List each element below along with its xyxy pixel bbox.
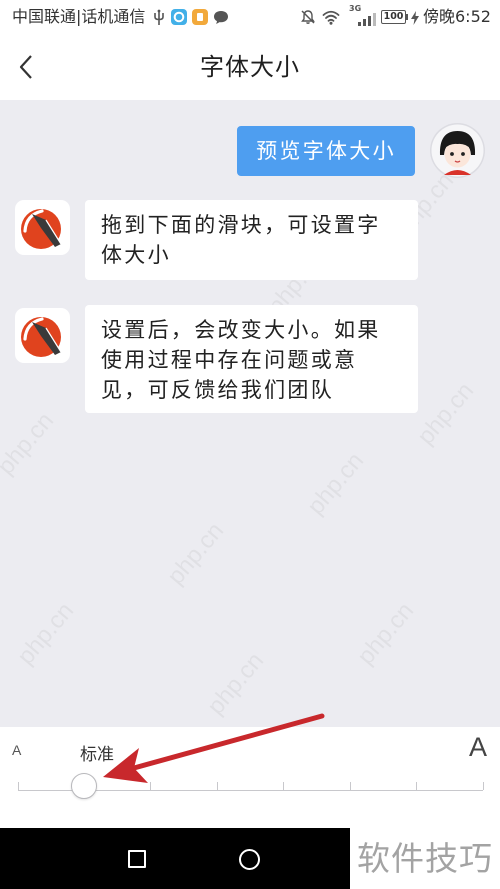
- status-bar: 中国联通|话机通信 3G 100 傍晚6:52: [0, 0, 500, 35]
- font-size-slider[interactable]: [17, 773, 484, 801]
- message-line: 体大小: [101, 243, 171, 267]
- slider-tick[interactable]: [416, 782, 418, 790]
- back-button[interactable]: [10, 54, 38, 82]
- signal-icon: [357, 11, 377, 30]
- screen: 中国联通|话机通信 3G 100 傍晚6:52 字体大小 php.cn php.…: [0, 0, 500, 889]
- watermark: php.cn: [12, 597, 80, 670]
- small-font-label: A: [12, 742, 22, 758]
- home-button[interactable]: [239, 848, 261, 870]
- watermark: php.cn: [202, 647, 270, 720]
- message-line: 见，可反馈给我们团队: [101, 378, 334, 402]
- usb-icon: [153, 9, 165, 30]
- clock: 傍晚6:52: [423, 7, 491, 26]
- message-line: 设置后，会改变大小。如果: [101, 318, 381, 342]
- current-size-label: 标准: [80, 745, 114, 765]
- battery-icon: 100: [381, 10, 406, 24]
- received-message-bubble: 拖到下面的滑块，可设置字 体大小: [85, 200, 418, 280]
- watermark: php.cn: [352, 597, 420, 670]
- slider-tick[interactable]: [283, 782, 285, 790]
- message-line: 拖到下面的滑块，可设置字: [101, 213, 381, 237]
- watermark: php.cn: [412, 377, 480, 450]
- received-message-bubble: 设置后，会改变大小。如果 使用过程中存在问题或意 见，可反馈给我们团队: [85, 305, 418, 413]
- slider-tick[interactable]: [349, 782, 351, 790]
- notification-app-orange-icon: [192, 9, 208, 29]
- home-icon: [239, 848, 260, 870]
- large-font-label: A: [469, 732, 488, 762]
- charging-icon: [411, 10, 419, 29]
- font-size-panel: A 标准 A: [0, 727, 500, 828]
- slider-tick[interactable]: [216, 782, 218, 790]
- recent-apps-button[interactable]: [128, 848, 150, 870]
- page-title: 字体大小: [200, 53, 300, 81]
- message-icon: [213, 10, 229, 29]
- header: 字体大小: [0, 35, 500, 100]
- watermark: php.cn: [0, 407, 60, 480]
- app-logo-icon: [15, 308, 70, 363]
- recent-apps-icon: [128, 850, 146, 868]
- notification-app-blue-icon: [171, 9, 187, 29]
- sent-message-bubble: 预览字体大小: [237, 126, 415, 176]
- mute-icon: [300, 9, 316, 29]
- message-line: 预览字体大小: [256, 139, 396, 163]
- user-avatar-icon[interactable]: [430, 123, 485, 178]
- slider-tick[interactable]: [17, 782, 19, 790]
- watermark: php.cn: [302, 447, 370, 520]
- wifi-icon: [322, 10, 340, 29]
- watermark-layer: php.cn php.cn php.cn php.cn php.cn php.c…: [0, 100, 500, 727]
- carrier-name: 中国联通|话机通信: [12, 7, 146, 26]
- slider-tick[interactable]: [482, 782, 484, 790]
- watermark: php.cn: [162, 517, 230, 590]
- app-logo-icon: [15, 200, 70, 255]
- slider-thumb[interactable]: [71, 773, 98, 799]
- watermark-overlay: 软件技巧: [350, 828, 500, 889]
- battery-nub: [406, 14, 408, 20]
- slider-tick[interactable]: [150, 782, 152, 790]
- chevron-left-icon: [19, 55, 32, 79]
- message-line: 使用过程中存在问题或意: [101, 348, 358, 372]
